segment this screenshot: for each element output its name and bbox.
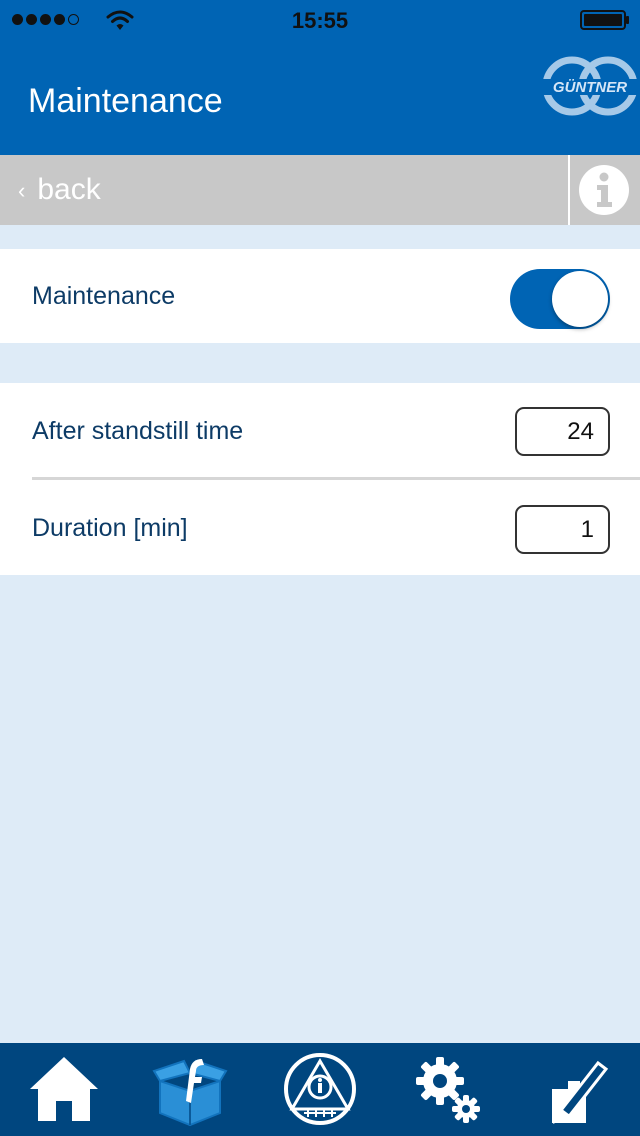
sub-header: ‹ back xyxy=(0,155,640,225)
status-bar: 15:55 xyxy=(0,0,640,40)
toggle-knob xyxy=(552,271,608,327)
tab-bar xyxy=(0,1043,640,1136)
duration-input[interactable] xyxy=(515,505,610,554)
facebook-box-icon[interactable] xyxy=(152,1051,228,1127)
chevron-left-icon: ‹ xyxy=(18,178,26,203)
standstill-label: After standstill time xyxy=(32,417,244,445)
standstill-input[interactable] xyxy=(515,407,610,456)
svg-text:GÜNTNER: GÜNTNER xyxy=(553,79,627,96)
header: Maintenance GÜNTNER xyxy=(0,40,640,155)
info-triangle-icon[interactable] xyxy=(282,1051,358,1127)
divider xyxy=(568,155,570,225)
maintenance-label: Maintenance xyxy=(32,282,176,310)
back-label: back xyxy=(37,173,101,206)
info-icon[interactable] xyxy=(578,164,630,216)
maintenance-toggle[interactable] xyxy=(510,269,610,329)
guntner-logo: GÜNTNER xyxy=(540,56,640,116)
gears-icon[interactable] xyxy=(410,1051,486,1127)
status-time: 15:55 xyxy=(291,8,349,33)
page-title: Maintenance xyxy=(28,82,223,120)
edit-pen-icon[interactable] xyxy=(540,1051,616,1127)
settings-group: After standstill time Duration [min] xyxy=(0,383,640,575)
home-icon[interactable] xyxy=(26,1051,102,1127)
battery-icon xyxy=(580,10,629,30)
back-button[interactable]: ‹ back xyxy=(18,155,101,225)
maintenance-row: Maintenance xyxy=(0,249,640,343)
separator xyxy=(32,477,640,480)
duration-label: Duration [min] xyxy=(32,514,188,542)
